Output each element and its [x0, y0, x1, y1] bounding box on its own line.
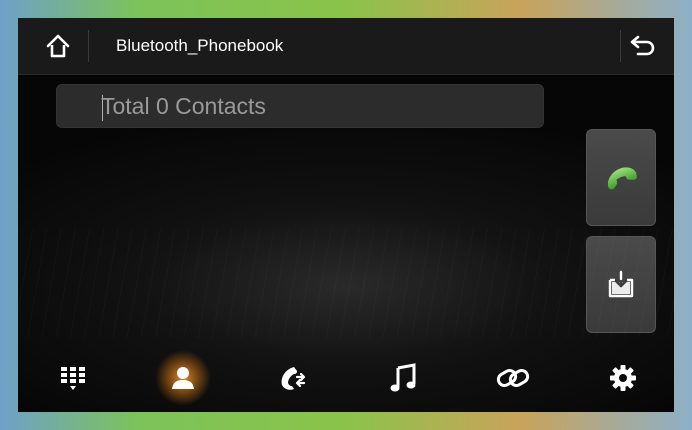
call-button[interactable] — [586, 129, 656, 226]
phonebook-screen: Bluetooth_Phonebook — [18, 18, 674, 412]
link-icon — [495, 363, 531, 393]
home-button[interactable] — [32, 26, 84, 66]
home-icon — [44, 32, 72, 60]
search-input[interactable] — [101, 85, 521, 127]
call-log-icon — [276, 361, 310, 395]
gear-icon — [608, 363, 638, 393]
download-contacts-button[interactable] — [586, 236, 656, 333]
music-note-icon — [388, 362, 418, 394]
page-title: Bluetooth_Phonebook — [116, 36, 284, 55]
back-button[interactable] — [620, 26, 666, 66]
tab-call-log[interactable] — [238, 344, 348, 412]
back-arrow-icon — [628, 33, 658, 59]
dialpad-icon — [58, 363, 88, 393]
download-box-icon — [604, 268, 638, 302]
contact-search-box[interactable] — [56, 84, 544, 128]
bottom-nav — [18, 344, 674, 412]
tab-contacts[interactable] — [128, 344, 238, 412]
top-bar: Bluetooth_Phonebook — [18, 18, 674, 75]
tab-music[interactable] — [348, 344, 458, 412]
phone-icon — [600, 157, 642, 199]
separator — [88, 30, 89, 62]
tab-pairing[interactable] — [458, 344, 568, 412]
tab-settings[interactable] — [568, 344, 674, 412]
tab-dialpad[interactable] — [18, 344, 128, 412]
device-bezel: Bluetooth_Phonebook — [0, 0, 692, 430]
contact-person-icon — [168, 363, 198, 393]
